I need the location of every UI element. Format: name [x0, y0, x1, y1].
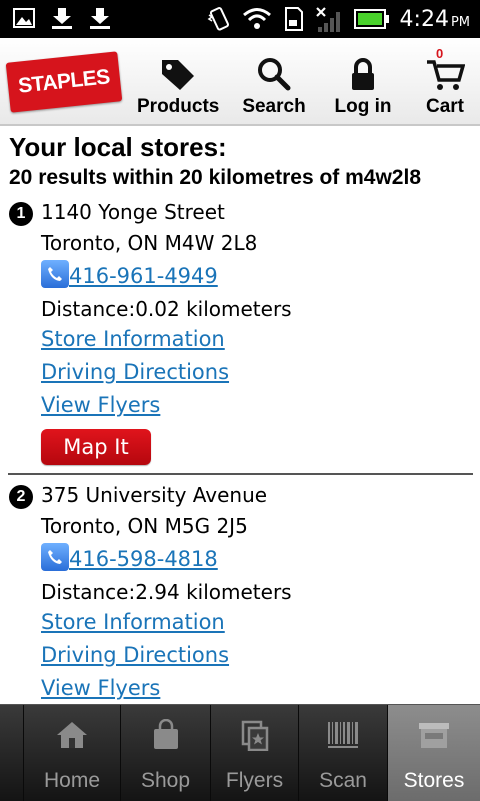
- staples-logo[interactable]: STAPLES: [5, 51, 123, 113]
- download-icon: [52, 8, 72, 29]
- tab-shop[interactable]: Shop: [121, 705, 211, 801]
- signal-icon: [315, 7, 340, 32]
- products-button[interactable]: Products: [137, 54, 219, 118]
- tab-flyers-label: Flyers: [225, 769, 284, 792]
- page-title: Your local stores:: [9, 132, 227, 162]
- wifi-icon: [242, 8, 271, 29]
- phone-row: 416-598-4818: [41, 543, 218, 571]
- store-results[interactable]: Your local stores: 20 results within 20 …: [0, 126, 480, 704]
- store-phone-link[interactable]: 416-598-4818: [69, 547, 218, 571]
- store-information-link[interactable]: Store Information: [41, 610, 225, 634]
- store-number-badge: 2: [9, 485, 33, 509]
- barcode-icon: [328, 722, 358, 748]
- magnifier-icon: [258, 58, 291, 91]
- tab-flyers[interactable]: Flyers: [211, 705, 299, 801]
- driving-directions-link[interactable]: Driving Directions: [41, 643, 229, 667]
- tab-scan-label: Scan: [319, 769, 367, 792]
- tab-home[interactable]: Home: [24, 705, 121, 801]
- vibrate-icon: [207, 7, 229, 31]
- tab-bar-edge: [0, 705, 24, 801]
- status-bar: 4:24 PM: [0, 0, 480, 38]
- app-header: STAPLES Products Search Log in Cart 0: [0, 38, 480, 126]
- sd-card-icon: [284, 7, 303, 31]
- store-city: Toronto, ON M5G 2J5: [41, 514, 248, 538]
- phone-icon: [41, 543, 69, 571]
- store-icon: [419, 723, 449, 748]
- clock: 4:24 PM: [399, 6, 470, 32]
- tab-stores[interactable]: Stores: [388, 705, 480, 801]
- store-phone-link[interactable]: 416-961-4949: [69, 264, 218, 288]
- download-icon: [90, 8, 110, 29]
- shopping-bag-icon: [153, 719, 178, 749]
- tab-scan[interactable]: Scan: [299, 705, 388, 801]
- home-icon: [57, 722, 87, 748]
- battery-icon: [353, 9, 389, 29]
- cart-count-badge: 0: [436, 46, 444, 61]
- flyers-icon: [241, 720, 268, 751]
- gallery-icon: [13, 8, 35, 28]
- tag-icon: [162, 60, 194, 90]
- view-flyers-link[interactable]: View Flyers: [41, 676, 160, 700]
- tab-shop-label: Shop: [140, 769, 191, 792]
- divider: [8, 473, 473, 475]
- store-distance: Distance:0.02 kilometers: [41, 297, 292, 321]
- view-flyers-link[interactable]: View Flyers: [41, 393, 160, 417]
- store-address: 1140 Yonge Street: [41, 200, 225, 224]
- store-distance: Distance:2.94 kilometers: [41, 580, 292, 604]
- results-summary: 20 results within 20 kilometres of m4w2l…: [9, 166, 421, 189]
- store-number-badge: 1: [9, 202, 33, 226]
- tab-stores-label: Stores: [403, 769, 465, 792]
- bottom-tab-bar: Home Shop Flyers Scan Stores: [0, 704, 480, 801]
- cart-button[interactable]: Cart: [423, 54, 467, 118]
- store-information-link[interactable]: Store Information: [41, 327, 225, 351]
- store-address: 375 University Avenue: [41, 483, 268, 507]
- login-button[interactable]: Log in: [333, 54, 393, 118]
- driving-directions-link[interactable]: Driving Directions: [41, 360, 229, 384]
- phone-icon: [41, 260, 69, 288]
- lock-icon: [352, 58, 374, 90]
- phone-row: 416-961-4949: [41, 260, 218, 288]
- map-it-button[interactable]: Map It: [41, 429, 151, 465]
- store-city: Toronto, ON M4W 2L8: [41, 231, 258, 255]
- cart-icon: [427, 60, 465, 90]
- search-button[interactable]: Search: [241, 54, 307, 118]
- tab-home-label: Home: [43, 769, 101, 792]
